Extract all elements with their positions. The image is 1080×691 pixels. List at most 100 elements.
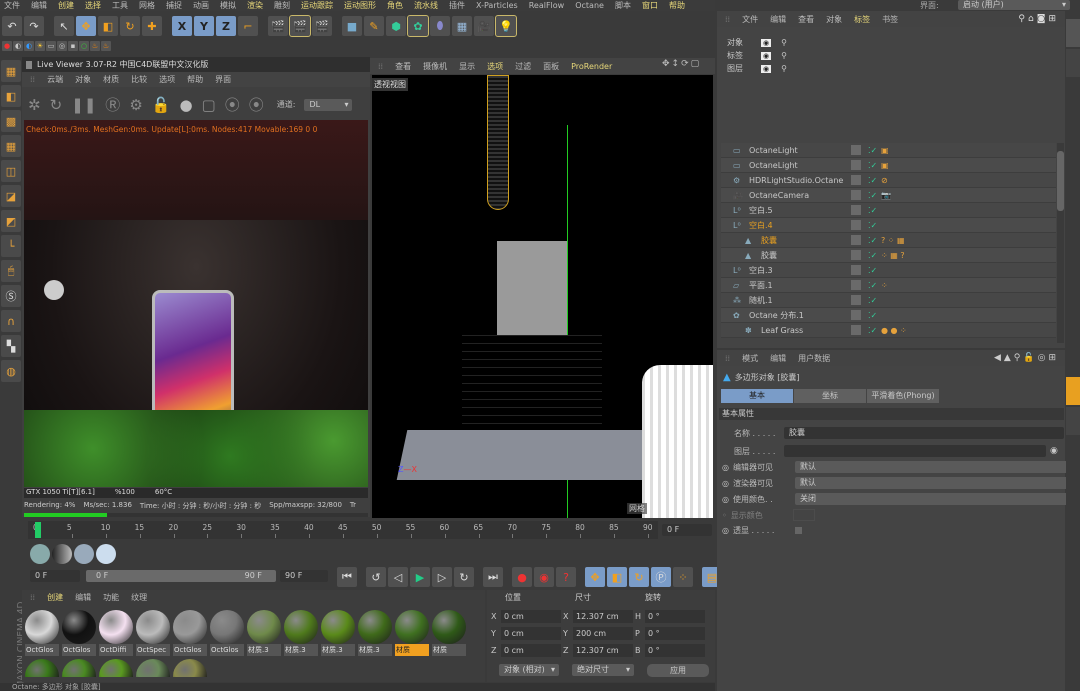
attr-nav-icons[interactable]: ◀▲⚲🔓◎⊞: [994, 353, 1059, 363]
material-menu-item[interactable]: 创建: [47, 592, 63, 603]
menu-item[interactable]: 运动跟踪: [301, 0, 333, 11]
viewport-menu-item[interactable]: 面板: [543, 61, 559, 72]
material-swatch[interactable]: 材质: [432, 610, 466, 656]
object-row[interactable]: 🎥 OctaneCamera ⁚✓ 📷: [721, 188, 1056, 203]
object-row[interactable]: ⚙ HDRLightStudio.Octane ⁚✓ ⊘: [721, 173, 1056, 188]
material-ball-icon[interactable]: ●: [179, 96, 192, 114]
object-name[interactable]: 胶囊: [761, 235, 777, 246]
menu-item[interactable]: 工具: [112, 0, 128, 11]
layer-color-icon[interactable]: [851, 295, 861, 305]
pos-field[interactable]: 0 cm: [501, 644, 561, 657]
restart-icon[interactable]: ↻: [50, 96, 63, 114]
visibility-dots-icon[interactable]: ⁚✓: [868, 296, 877, 305]
search-icon[interactable]: ⚲: [781, 51, 787, 60]
octane-icon-3[interactable]: ◐: [24, 41, 34, 51]
visibility-dots-icon[interactable]: ⁚✓: [868, 311, 877, 320]
material-swatch[interactable]: OctGlos: [25, 610, 59, 656]
visibility-dots-icon[interactable]: ⁚✓: [868, 266, 877, 275]
octane-icon-2[interactable]: ◐: [13, 41, 23, 51]
lock-icon[interactable]: 🔓: [152, 96, 171, 114]
panel-grip-icon[interactable]: ⁞⁞: [378, 62, 383, 71]
visibility-dots-icon[interactable]: ⁚✓: [868, 236, 877, 245]
render-view-icon[interactable]: 🎬: [268, 16, 288, 36]
live-viewer-menu-item[interactable]: 选项: [159, 74, 175, 85]
panel-grip-icon[interactable]: ⁞⁞: [30, 593, 35, 602]
object-row[interactable]: ▲ 胶囊 ⁚✓ ⁘ ▦ ?: [721, 248, 1056, 263]
fire-icon-2[interactable]: ♨: [101, 41, 111, 51]
tag-icons[interactable]: ⊘: [881, 176, 888, 185]
panel-grip-icon[interactable]: ⁞⁞: [30, 75, 35, 84]
preview-ball-4-icon[interactable]: [96, 544, 116, 564]
pen-icon[interactable]: ✎: [364, 16, 384, 36]
visibility-dots-icon[interactable]: ⁚✓: [868, 146, 877, 155]
create-tool-icon[interactable]: ✚: [142, 16, 162, 36]
panel-grip-icon[interactable]: ⁞⁞: [725, 15, 730, 24]
sphere-light-icon[interactable]: ◎: [57, 41, 67, 51]
enable-axis-icon[interactable]: └: [1, 235, 21, 257]
playhead[interactable]: [35, 522, 41, 538]
layer-color-icon[interactable]: [851, 235, 861, 245]
tab-coordinates[interactable]: 坐标: [794, 389, 866, 403]
layer-color-icon[interactable]: [851, 160, 861, 170]
menu-item[interactable]: 动画: [193, 0, 209, 11]
object-name[interactable]: OctaneLight: [749, 146, 798, 155]
select-tool-icon[interactable]: ↖: [54, 16, 74, 36]
live-viewer-menu-item[interactable]: 界面: [215, 74, 231, 85]
object-manager-menu-item[interactable]: 对象: [826, 14, 842, 25]
prev-key-icon[interactable]: ↺: [366, 567, 386, 587]
object-name[interactable]: Octane 分布.1: [749, 310, 804, 321]
scatter-icon[interactable]: ○: [79, 41, 89, 51]
send-scene-icon[interactable]: ✲: [28, 96, 41, 114]
menu-item[interactable]: 网格: [139, 0, 155, 11]
eye-icon[interactable]: ◉: [761, 51, 772, 60]
layer-color-icon[interactable]: [851, 265, 861, 275]
object-name[interactable]: Leaf Grass: [761, 326, 803, 335]
radio-icon[interactable]: ◎: [722, 463, 729, 472]
layer-color-icon[interactable]: [851, 250, 861, 260]
region-render-icon[interactable]: Ⓡ: [105, 94, 120, 115]
object-name[interactable]: 随机.1: [749, 295, 773, 306]
render-settings-icon[interactable]: 🎬: [312, 16, 332, 36]
tab-layers[interactable]: [1066, 407, 1080, 435]
object-name[interactable]: 胶囊: [761, 250, 777, 261]
move-tool-icon[interactable]: ✥: [76, 16, 96, 36]
viewport-nav-icons[interactable]: ✥↕⟳▢: [662, 59, 701, 69]
end-frame-field[interactable]: 90 F: [280, 570, 328, 582]
live-viewer-menu-item[interactable]: 对象: [75, 74, 91, 85]
menu-item[interactable]: 捕捉: [166, 0, 182, 11]
menu-item[interactable]: 模拟: [220, 0, 236, 11]
menu-item[interactable]: 渲染: [247, 0, 263, 11]
menu-item[interactable]: 文件: [4, 0, 20, 11]
menu-item[interactable]: 选择: [85, 0, 101, 11]
next-frame-icon[interactable]: ▷: [432, 567, 452, 587]
grid-mode-icon[interactable]: ▦: [1, 135, 21, 157]
visibility-dots-icon[interactable]: ⁚✓: [868, 251, 877, 260]
viewport-menu-item[interactable]: 摄像机: [423, 61, 447, 72]
radio-icon[interactable]: ◎: [722, 526, 729, 535]
material-swatch[interactable]: 材质: [395, 610, 429, 656]
menu-item[interactable]: RealFlow: [529, 1, 565, 10]
material-swatch[interactable]: OctDiffi: [99, 610, 133, 656]
snap-icon[interactable]: Ⓢ: [1, 285, 21, 307]
menu-item[interactable]: Octane: [575, 1, 604, 10]
xray-checkbox[interactable]: [794, 527, 802, 534]
play-icon[interactable]: ▶: [410, 567, 430, 587]
points-mode-icon[interactable]: ◫: [1, 160, 21, 182]
size-field[interactable]: 12.307 cm: [573, 644, 633, 657]
panel-grip-icon[interactable]: ⁞⁞: [725, 354, 730, 363]
texture-mode-icon[interactable]: ▩: [1, 110, 21, 132]
rot-field[interactable]: 0 °: [645, 627, 705, 640]
timeline-ruler[interactable]: 051015202530354045505560657075808590: [28, 521, 658, 539]
object-list-scrollbar[interactable]: [1057, 143, 1064, 343]
live-viewer-menu-item[interactable]: 帮助: [187, 74, 203, 85]
viewport-menu-item[interactable]: 过滤: [515, 61, 531, 72]
material-menu-item[interactable]: 编辑: [75, 592, 91, 603]
search-icon[interactable]: ⚲: [781, 64, 787, 73]
edges-mode-icon[interactable]: ◪: [1, 185, 21, 207]
axis-z-button[interactable]: Z: [216, 16, 236, 36]
object-manager-menu-item[interactable]: 查看: [798, 14, 814, 25]
object-name[interactable]: 平面.1: [749, 280, 773, 291]
menu-item[interactable]: 编辑: [31, 0, 47, 11]
visibility-dots-icon[interactable]: ⁚✓: [868, 206, 877, 215]
live-viewer-menu-item[interactable]: 云端: [47, 74, 63, 85]
